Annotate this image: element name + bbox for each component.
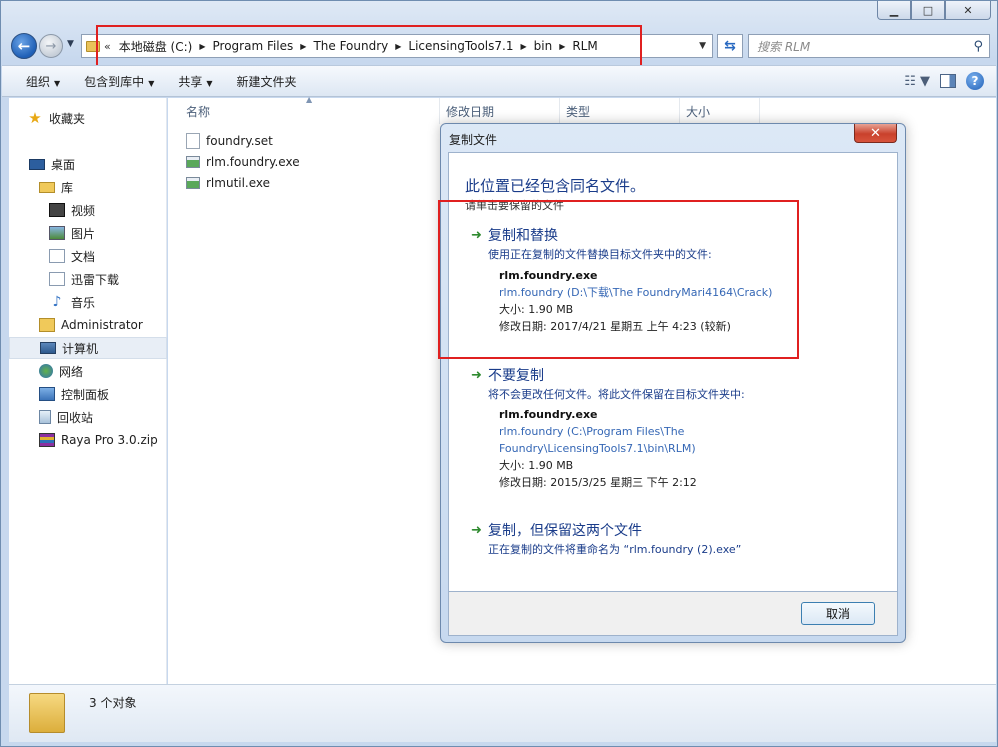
explorer-window: ▁ □ ✕ ← → ▼ « 本地磁盘 (C:) ▶ Program Files … — [0, 0, 998, 747]
file-modified: 修改日期: 2015/3/25 星期三 下午 2:12 — [499, 476, 697, 489]
file-name: rlm.foundry.exe — [499, 408, 598, 421]
document-icon — [49, 249, 65, 263]
maximize-button[interactable]: □ — [911, 1, 945, 20]
computer-icon — [40, 342, 56, 354]
option-dont-copy[interactable]: ➜ 不要复制 将不会更改任何文件。将此文件保留在目标文件夹中: rlm.foun… — [471, 365, 891, 495]
picture-icon — [49, 226, 65, 240]
chevron-down-icon: ▼ — [206, 78, 213, 88]
share-menu[interactable]: 共享 ▼ — [166, 73, 224, 90]
video-icon — [49, 203, 65, 217]
details-status-bar: 3 个对象 — [9, 684, 996, 742]
address-dropdown-icon[interactable]: ▼ — [699, 41, 706, 51]
annotation-highlight-replace-option — [438, 200, 799, 359]
option-title: 不要复制 — [488, 368, 544, 384]
refresh-icon: ⇆ — [724, 38, 736, 54]
forward-button[interactable]: → — [39, 34, 63, 58]
maximize-icon: □ — [922, 3, 934, 17]
file-name: rlm.foundry.exe — [206, 155, 300, 169]
back-arrow-icon: ← — [17, 37, 31, 55]
network-icon — [39, 364, 53, 378]
download-icon — [49, 272, 65, 286]
annotation-highlight-address — [96, 25, 642, 68]
file-path-line2: Foundry\LicensingTools7.1\bin\RLM) — [499, 442, 696, 455]
back-button[interactable]: ← — [11, 33, 37, 59]
preview-pane-icon[interactable] — [940, 74, 956, 88]
cancel-button[interactable]: 取消 — [801, 602, 875, 625]
view-options-icon[interactable]: ☷ ▼ — [904, 74, 930, 89]
search-icon[interactable]: ⚲ — [973, 39, 983, 54]
chevron-down-icon: ▼ — [148, 78, 155, 88]
organize-menu[interactable]: 组织 ▼ — [14, 73, 72, 90]
music-icon: ♪ — [52, 294, 62, 310]
exe-icon — [186, 177, 200, 189]
green-arrow-icon: ➜ — [471, 368, 482, 383]
exe-icon — [186, 156, 200, 168]
dialog-heading: 此位置已经包含同名文件。 — [465, 177, 646, 195]
search-input[interactable]: 搜索 RLM ⚲ — [748, 34, 990, 58]
file-size: 大小: 1.90 MB — [499, 459, 574, 472]
recent-pages-dropdown[interactable]: ▼ — [67, 39, 74, 49]
file-name: rlmutil.exe — [206, 176, 271, 190]
minimize-icon: ▁ — [889, 3, 899, 17]
file-path-line1: rlm.foundry (C:\Program Files\The — [499, 425, 685, 438]
item-count: 3 个对象 — [89, 696, 137, 710]
option-copy-keep-both[interactable]: ➜ 复制，但保留这两个文件 正在复制的文件将重命名为 “rlm.foundry … — [471, 520, 891, 564]
command-toolbar: 组织 ▼ 包含到库中 ▼ 共享 ▼ 新建文件夹 ☷ ▼ ? — [2, 65, 996, 97]
window-controls: ▁ □ ✕ — [877, 1, 991, 20]
column-header-modified[interactable]: 修改日期 — [440, 98, 560, 124]
dialog-title: 复制文件 — [449, 133, 498, 147]
file-row[interactable]: foundry.set — [186, 131, 273, 151]
star-icon: ★ — [28, 109, 42, 127]
minimize-button[interactable]: ▁ — [877, 1, 911, 20]
sidebar-item-desktop[interactable]: 桌面 — [29, 153, 187, 175]
include-in-library-menu[interactable]: 包含到库中 ▼ — [72, 73, 166, 90]
file-icon — [186, 133, 200, 149]
dialog-footer: 取消 — [448, 592, 898, 636]
search-placeholder: 搜索 RLM — [757, 39, 811, 54]
folder-icon — [29, 693, 65, 733]
refresh-button[interactable]: ⇆ — [717, 34, 743, 58]
control-panel-icon — [39, 387, 55, 401]
forward-arrow-icon: → — [45, 38, 57, 54]
option-description: 将不会更改任何文件。将此文件保留在目标文件夹中: — [488, 388, 745, 401]
navigation-pane: ★ 收藏夹 桌面 库 视频 图片 文档 迅雷下载 ♪ 音乐 Administrato… — [9, 98, 167, 684]
close-button[interactable]: ✕ — [945, 1, 991, 20]
option-title: 复制，但保留这两个文件 — [488, 523, 642, 539]
file-row[interactable]: rlm.foundry.exe — [186, 152, 300, 172]
desktop-icon — [29, 158, 45, 170]
library-icon — [39, 181, 55, 193]
zip-icon — [39, 433, 55, 447]
close-icon: ✕ — [870, 125, 881, 141]
dialog-close-button[interactable]: ✕ — [854, 124, 897, 143]
green-arrow-icon: ➜ — [471, 523, 482, 538]
sidebar-item-favorites[interactable]: ★ 收藏夹 — [27, 107, 185, 129]
help-icon[interactable]: ? — [966, 72, 984, 90]
user-folder-icon — [39, 318, 55, 332]
file-row[interactable]: rlmutil.exe — [186, 173, 270, 193]
recycle-bin-icon — [39, 410, 51, 424]
close-icon: ✕ — [963, 3, 973, 17]
file-name: foundry.set — [206, 134, 273, 148]
option-description: 正在复制的文件将重命名为 “rlm.foundry (2).exe” — [488, 543, 742, 556]
sidebar-item-computer[interactable]: 计算机 — [9, 337, 167, 359]
chevron-down-icon: ▼ — [54, 78, 61, 88]
new-folder-button[interactable]: 新建文件夹 — [225, 73, 309, 90]
column-header-name[interactable]: 名称 — [180, 98, 440, 124]
column-header-type[interactable]: 类型 — [560, 98, 680, 124]
column-header-size[interactable]: 大小 — [680, 98, 760, 124]
